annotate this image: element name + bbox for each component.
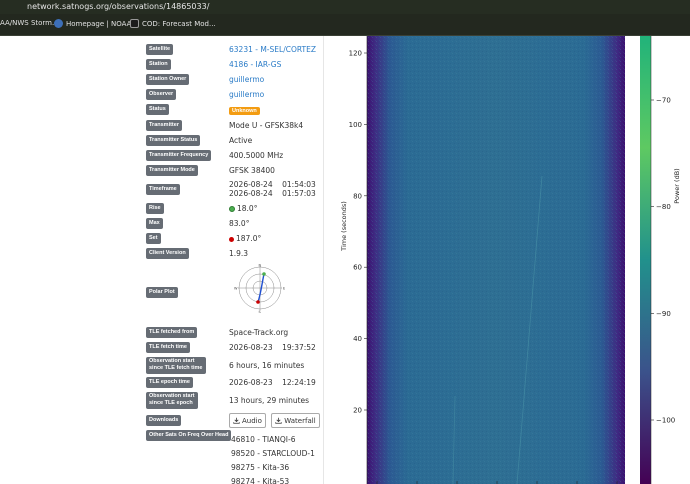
- transmitter-status-value: Active: [229, 136, 253, 145]
- colorbar: −70 −80 −90 −100: [640, 36, 675, 484]
- label-timeframe: Timeframe: [146, 184, 180, 195]
- rise-value: 18.0°: [237, 204, 258, 213]
- obs-since-fetch-value: 6 hours, 16 minutes: [229, 361, 305, 370]
- satellite-link[interactable]: 63231 - M-SEL/CORTEZ: [229, 44, 316, 55]
- label-transmitter-frequency: Transmitter Frequency: [146, 150, 212, 161]
- label-observer: Observer: [146, 89, 177, 100]
- status-value: Unknown: [229, 104, 260, 117]
- bookmark-item[interactable]: AA/NWS Storm...: [0, 19, 59, 27]
- set-value-wrap: 187.0°: [229, 233, 261, 244]
- audio-download-button[interactable]: Audio: [229, 413, 266, 428]
- browser-url-bar[interactable]: network.satnogs.org/observations/1486503…: [0, 0, 690, 14]
- rise-value-wrap: 18.0°: [229, 203, 257, 214]
- polar-s-label: S: [259, 310, 262, 313]
- y-tick-label: 80: [353, 192, 362, 200]
- tle-epoch-time-value: 2026-08-23 12:24:19: [229, 378, 316, 387]
- label-client-version: Client Version: [146, 248, 189, 259]
- tle-fetched-from-value: Space-Track.org: [229, 328, 289, 337]
- y-tick-label: 60: [353, 264, 362, 272]
- colorbar-tick-label: −70: [656, 97, 671, 105]
- observer-link[interactable]: guillermo: [229, 89, 264, 100]
- other-sat-item: 98520 - STARCLOUD-1: [231, 449, 315, 458]
- download-icon: [233, 417, 240, 424]
- label-obs-since-fetch: Observation start since TLE fetch time: [146, 357, 206, 374]
- status-badge: Unknown: [229, 107, 260, 115]
- label-max: Max: [146, 218, 163, 229]
- bookmark-item[interactable]: COD: Forecast Mod...: [130, 19, 216, 28]
- polar-n-label: N: [259, 264, 262, 268]
- transmitter-mode-value: GFSK 38400: [229, 166, 275, 175]
- cod-icon: [130, 19, 139, 28]
- label-polar-plot: Polar Plot: [146, 287, 178, 298]
- transmitter-frequency-value: 400.5000 MHz: [229, 151, 284, 160]
- label-obs-since-epoch-line1: Observation start: [149, 393, 195, 399]
- label-obs-since-epoch-line2: since TLE epoch: [149, 400, 193, 406]
- obs-since-epoch-value: 13 hours, 29 minutes: [229, 396, 310, 405]
- audio-button-label: Audio: [242, 416, 262, 425]
- other-sat-item: 46810 - TIANQI-6: [231, 435, 296, 444]
- set-value: 187.0°: [236, 234, 262, 243]
- label-obs-since-fetch-line2: since TLE fetch time: [149, 365, 203, 371]
- bookmark-label: AA/NWS Storm...: [0, 19, 59, 27]
- rise-dot-icon: [229, 206, 235, 212]
- y-tick-label: 120: [349, 50, 362, 58]
- client-version-value: 1.9.3: [229, 249, 249, 258]
- label-transmitter-mode: Transmitter Mode: [146, 165, 198, 176]
- label-obs-since-fetch-line1: Observation start: [149, 358, 195, 364]
- page-content: Satellite 63231 - M-SEL/CORTEZ Station 4…: [0, 36, 690, 484]
- label-downloads: Downloads: [146, 415, 182, 426]
- url-text[interactable]: network.satnogs.org/observations/1486503…: [27, 2, 209, 11]
- noaa-icon: [54, 19, 63, 28]
- timeframe-end: 2026-08-24 01:57:03: [229, 189, 316, 198]
- label-obs-since-epoch: Observation start since TLE epoch: [146, 392, 198, 409]
- label-tle-fetch-time: TLE fetch time: [146, 342, 190, 353]
- label-set: Set: [146, 233, 161, 244]
- bookmarks-bar: AA/NWS Storm... Homepage | NOAA... COD: …: [0, 14, 690, 36]
- station-link[interactable]: 4186 - IAR-GS: [229, 59, 281, 70]
- label-transmitter-status: Transmitter Status: [146, 135, 201, 146]
- label-satellite: Satellite: [146, 44, 174, 55]
- label-other-sats: Other Sats On Freq Over Head: [146, 430, 232, 441]
- max-value: 83.0°: [229, 219, 250, 228]
- waterfall-noise: [367, 36, 625, 484]
- y-axis-label: Time (seconds): [340, 201, 348, 252]
- colorbar-label: Power (dB): [673, 168, 681, 203]
- polar-e-label: E: [283, 287, 285, 291]
- polar-w-label: W: [234, 287, 238, 291]
- colorbar-tick-label: −80: [656, 203, 671, 211]
- label-rise: Rise: [146, 203, 164, 214]
- colorbar-tick-label: −100: [656, 417, 675, 425]
- download-icon: [275, 417, 282, 424]
- bookmark-label: COD: Forecast Mod...: [142, 19, 216, 28]
- owner-link[interactable]: guillermo: [229, 74, 264, 85]
- set-dot-icon: [229, 236, 234, 242]
- other-sat-item: 98275 - Kita-36: [231, 463, 290, 472]
- colorbar-gradient: [640, 36, 651, 484]
- bookmark-label: Homepage | NOAA...: [66, 19, 138, 28]
- transmitter-value: Mode U - GFSK38k4: [229, 121, 304, 130]
- label-transmitter: Transmitter: [146, 120, 182, 131]
- bookmark-item[interactable]: Homepage | NOAA...: [54, 19, 138, 28]
- y-tick-label: 20: [353, 407, 362, 415]
- other-sat-item: 98274 - Kita-53: [231, 477, 290, 484]
- label-tle-fetched-from: TLE fetched from: [146, 327, 198, 338]
- waterfall-chart: 20406080100120 Time (seconds) −70−80−90−…: [340, 36, 681, 484]
- label-station: Station: [146, 59, 171, 70]
- downloads-buttons: Audio Waterfall: [229, 413, 323, 428]
- label-tle-epoch-time: TLE epoch time: [146, 377, 193, 388]
- label-status: Status: [146, 104, 169, 115]
- tle-fetch-time-value: 2026-08-23 19:37:52: [229, 343, 316, 352]
- waterfall-download-button[interactable]: Waterfall: [271, 413, 320, 428]
- y-axis: 20 40 60 80 100 120: [349, 36, 368, 484]
- y-tick-label: 100: [349, 121, 362, 129]
- y-tick-label: 40: [353, 335, 362, 343]
- label-station-owner: Station Owner: [146, 74, 190, 85]
- waterfall-button-label: Waterfall: [284, 416, 316, 425]
- colorbar-tick-label: −90: [656, 310, 671, 318]
- polar-plot-icon: N E S W: [234, 264, 285, 314]
